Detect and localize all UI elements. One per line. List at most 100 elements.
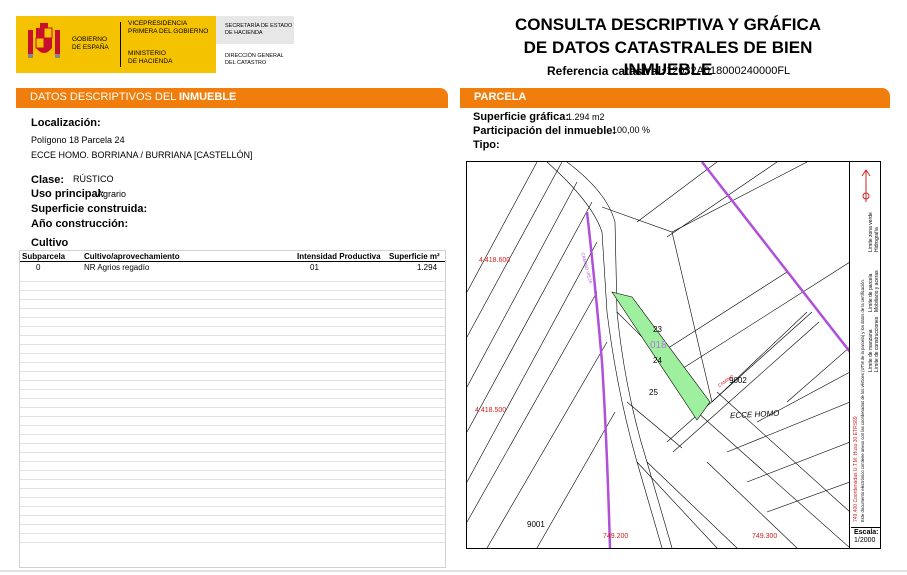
table-empty-row [20, 489, 445, 498]
table-empty-row [20, 462, 445, 471]
coord-x1: 749.200 [603, 533, 629, 540]
participacion-value: 100,00 % [612, 125, 651, 135]
table-empty-row [20, 363, 445, 372]
superficie-grafica-label: Superficie gráfica: [473, 111, 569, 123]
logo-vicepresidencia-text: VICEPRESIDENCIA PRIMERA DEL GOBIERNO [128, 20, 209, 35]
section-underline [16, 107, 448, 108]
table-empty-row [20, 534, 445, 543]
scale-label: Escala: [854, 529, 879, 536]
table-empty-row [20, 471, 445, 480]
cultivo-title: Cultivo [31, 237, 69, 249]
table-empty-row [20, 318, 445, 327]
scale-box: Escala: 1/2000 [851, 527, 881, 549]
ref-catastral-value: 12032A018000240000FL [666, 65, 791, 77]
parcel-label-25: 25 [649, 388, 658, 397]
cell-superficie: 1.294 [417, 263, 438, 272]
scale-value: 1/2000 [854, 537, 876, 544]
page-bottom-edge [0, 570, 907, 572]
legend-item-mobiliario: Mobiliario y aceras [874, 270, 880, 312]
map-canvas: 4.418.600 4.418.500 749.200 749.300 23 0… [467, 162, 850, 548]
table-empty-row [20, 408, 445, 417]
boundary-line [701, 162, 849, 353]
tipo-label: Tipo: [473, 139, 500, 151]
clase-value: RÚSTICO [73, 174, 114, 184]
uso-principal-label: Uso principal: [31, 188, 105, 200]
table-empty-row [20, 381, 445, 390]
table-row: 0 NR Agrios regadío 01 1.294 [20, 262, 445, 273]
localizacion-line1: Polígono 18 Parcela 24 [31, 135, 125, 145]
page-title-line1: CONSULTA DESCRIPTIVA Y GRÁFICA [514, 15, 822, 34]
table-empty-row [20, 480, 445, 489]
table-empty-row [20, 372, 445, 381]
cell-subparcela: 0 [36, 263, 41, 272]
coord-y1: 4.418.600 [479, 257, 511, 264]
ref-catastral-label: Referencia catastral: [547, 64, 666, 78]
table-empty-row [20, 516, 445, 525]
localizacion-line2: ECCE HOMO. BORRIANA / BURRIANA [CASTELLÓ… [31, 150, 253, 160]
road-line [585, 211, 612, 548]
polygon-label-018: 018 [650, 340, 667, 351]
table-empty-row [20, 336, 445, 345]
coord-y2: 4.418.500 [475, 407, 507, 414]
cell-intensidad: 01 [310, 263, 319, 272]
localizacion-label: Localización: [31, 117, 101, 129]
coat-of-arms-icon [28, 23, 60, 58]
logo-divider [120, 22, 121, 67]
participacion-label: Participación del inmueble: [473, 125, 617, 137]
datos-descriptivos-header: DATOS DESCRIPTIVOS DEL INMUEBLE [16, 88, 448, 107]
superficie-construida-label: Superficie construida: [31, 203, 148, 215]
legend-note: Este documento electrónico contiene anex… [860, 278, 865, 522]
table-empty-row [20, 453, 445, 462]
cell-cultivo: NR Agrios regadío [84, 263, 150, 272]
table-empty-row [20, 435, 445, 444]
table-empty-row [20, 399, 445, 408]
table-empty-row [20, 426, 445, 435]
table-empty-row [20, 291, 445, 300]
table-empty-row [20, 507, 445, 516]
table-empty-row [20, 282, 445, 291]
table-empty-row [20, 444, 445, 453]
table-empty-row [20, 525, 445, 534]
uso-principal-value: Agrario [97, 189, 127, 199]
parcela-header: PARCELA [460, 88, 890, 107]
clase-label: Clase: [31, 174, 65, 186]
cadastral-map: 4.418.600 4.418.500 749.200 749.300 23 0… [466, 161, 881, 549]
logo-secretaria: SECRETARÍA DE ESTADO DE HACIENDA DIRECCI… [216, 16, 294, 73]
legend-coords: 749.400 Coordenadas U.T.M. Huso 30 ETRS8… [853, 416, 859, 522]
table-empty-row [20, 354, 445, 363]
logo-direccion-text: DIRECCIÓN GENERAL DEL CATASTRO [225, 53, 284, 66]
col-superficie: Superficie m² [389, 252, 440, 261]
col-subparcela: Subparcela [22, 252, 66, 261]
section-title-part1: DATOS DESCRIPTIVOS DEL [30, 91, 179, 103]
table-empty-row [20, 300, 445, 309]
logo-secretaria-text: SECRETARÍA DE ESTADO DE HACIENDA [225, 23, 293, 36]
legend-item-construcciones: Límite de construcciones [874, 316, 880, 372]
table-header-row: Subparcela Cultivo/aprovechamiento Inten… [20, 251, 445, 262]
coord-x2: 749.300 [752, 533, 778, 540]
table-empty-row [20, 390, 445, 399]
legend-item-hidrografia: Hidrografía [874, 227, 880, 252]
table-empty-row [20, 498, 445, 507]
parcela-underline [460, 107, 890, 108]
north-arrow-icon [861, 169, 871, 202]
superficie-grafica-value: 1.294 m2 [567, 112, 605, 122]
section-title-part2: INMUEBLE [178, 91, 237, 103]
cultivo-table: Subparcela Cultivo/aprovechamiento Inten… [19, 250, 446, 568]
table-blank-rows [20, 273, 445, 543]
table-empty-row [20, 309, 445, 318]
col-cultivo: Cultivo/aprovechamiento [84, 252, 180, 261]
logo-ministerio-text: MINISTERIO DE HACIENDA [128, 50, 173, 65]
col-intensidad: Intensidad Productiva [297, 252, 381, 261]
government-logo: GOBIERNO DE ESPAÑA VICEPRESIDENCIA PRIME… [16, 16, 216, 73]
logo-gobierno-text: GOBIERNO DE ESPAÑA [72, 36, 109, 51]
parcel-label-24: 24 [653, 356, 662, 365]
anio-construccion-label: Año construcción: [31, 218, 129, 230]
map-legend: 749.400 Coordenadas U.T.M. Huso 30 ETRS8… [851, 162, 881, 531]
parcel-label-9001: 9001 [527, 520, 545, 529]
table-empty-row [20, 273, 445, 282]
table-empty-row [20, 327, 445, 336]
table-empty-row [20, 417, 445, 426]
map-drawing [467, 162, 849, 548]
table-empty-row [20, 345, 445, 354]
parcel-label-23: 23 [653, 325, 662, 334]
